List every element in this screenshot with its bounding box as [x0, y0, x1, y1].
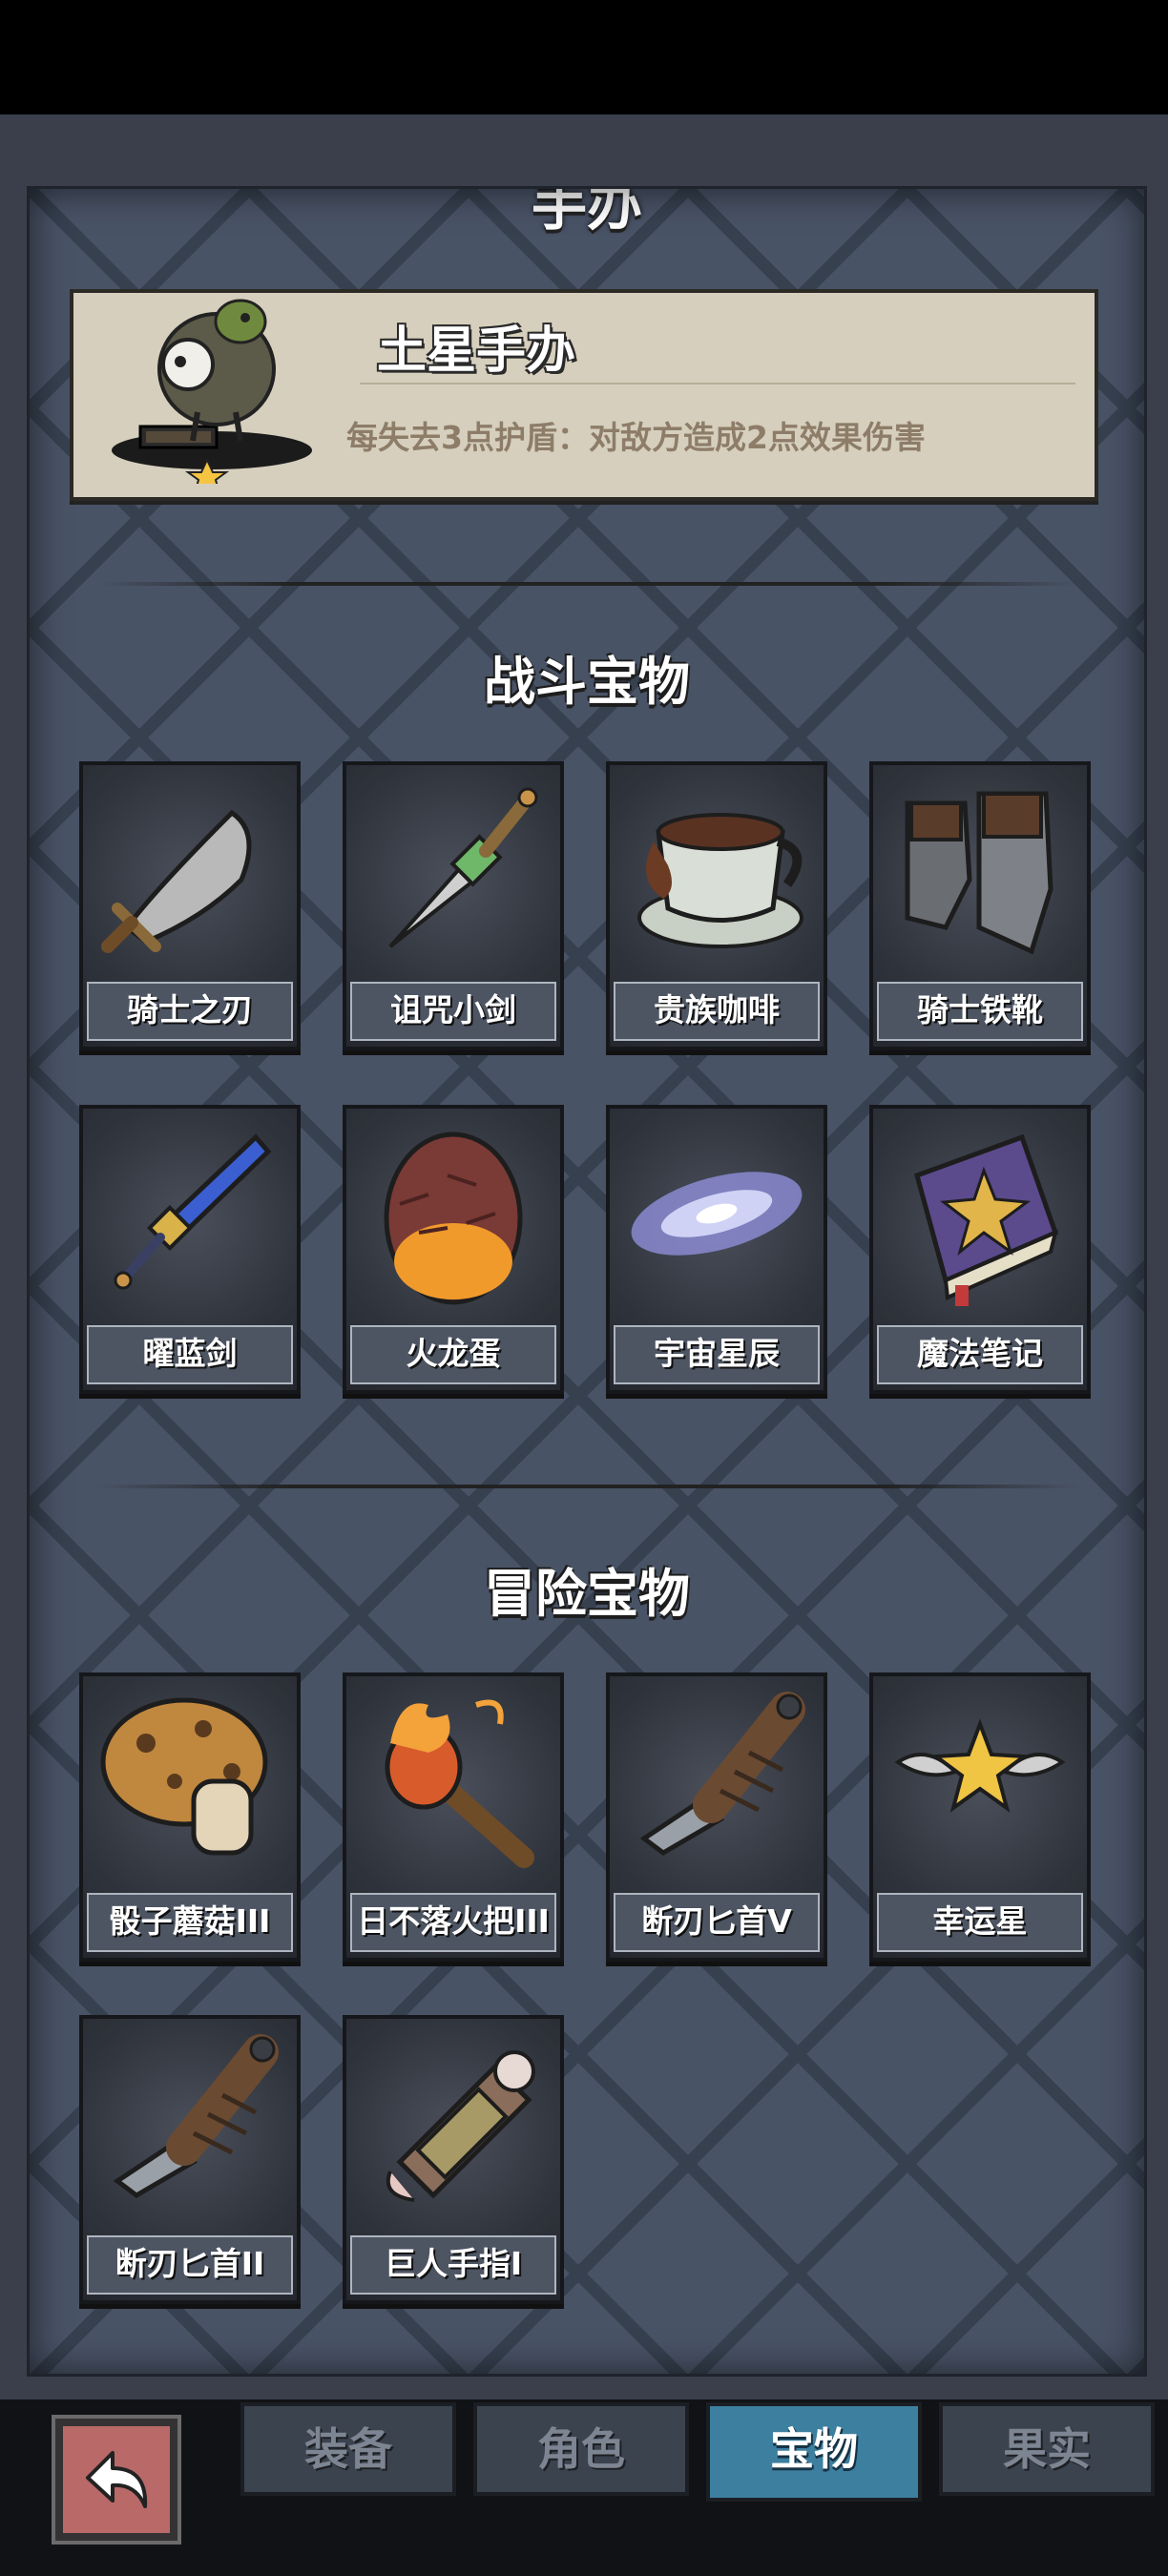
broken-dagger-icon	[639, 1692, 805, 1856]
figurine-name: 土星手办	[377, 322, 576, 380]
section-title-combat: 战斗宝物	[484, 652, 690, 712]
treasure-tile-dragon-egg[interactable]: 火龙蛋	[343, 1105, 564, 1394]
lucky-star-icon	[894, 1718, 1066, 1813]
treasure-label: 贵族咖啡	[614, 982, 820, 1041]
tab-fruit[interactable]: 果实	[939, 2402, 1155, 2496]
treasure-panel[interactable]: 手办 土星手办 每失去3点护盾：对敌方造成2点效果伤害 战斗宝物 骑士之刃 诅咒…	[27, 186, 1147, 2377]
treasure-tile-boots[interactable]: 骑士铁靴	[869, 761, 1091, 1050]
treasure-label: 骰子蘑菇III	[87, 1893, 293, 1952]
treasure-tile-torch[interactable]: 日不落火把III	[343, 1672, 564, 1962]
spellbook-icon	[913, 1133, 1059, 1306]
treasure-tile-broken-dagger-ii[interactable]: 断刃匕首II	[79, 2015, 301, 2304]
broken-dagger-icon	[113, 2034, 279, 2198]
divider	[96, 582, 1079, 586]
treasure-tile-giant-finger[interactable]: 巨人手指I	[343, 2015, 564, 2304]
treasure-label: 魔法笔记	[877, 1325, 1083, 1384]
treasure-tile-blue-sword[interactable]: 曜蓝剑	[79, 1105, 301, 1394]
back-arrow-icon	[86, 2451, 148, 2508]
divider	[96, 1485, 1079, 1488]
treasure-tile-dagger[interactable]: 诅咒小剑	[343, 761, 564, 1050]
section-title-figurine: 手办	[531, 186, 642, 238]
treasure-tile-mushroom[interactable]: 骰子蘑菇III	[79, 1672, 301, 1962]
treasure-tile-spellbook[interactable]: 魔法笔记	[869, 1105, 1091, 1394]
treasure-label: 火龙蛋	[350, 1325, 556, 1384]
treasure-tile-lucky-star[interactable]: 幸运星	[869, 1672, 1091, 1962]
treasure-label: 幸运星	[877, 1893, 1083, 1952]
tab-equipment[interactable]: 装备	[240, 2402, 456, 2496]
galaxy-icon	[631, 1172, 803, 1256]
status-bar	[0, 0, 1168, 114]
treasure-label: 骑士之刃	[87, 982, 293, 1041]
treasure-label: 巨人手指I	[350, 2235, 556, 2295]
blade-icon	[101, 809, 252, 953]
dagger-icon	[388, 787, 538, 948]
giant-finger-icon	[386, 2050, 535, 2202]
treasure-label: 断刃匕首II	[87, 2235, 293, 2295]
section-title-adventure: 冒险宝物	[484, 1564, 690, 1624]
mushroom-icon	[100, 1697, 268, 1856]
blue-sword-icon	[114, 1133, 272, 1290]
coffee-cup-icon	[637, 813, 803, 948]
tab-treasure[interactable]: 宝物	[706, 2402, 922, 2502]
torch-icon	[385, 1699, 534, 1868]
iron-boots-icon	[905, 791, 1053, 955]
card-divider	[360, 383, 1075, 384]
saturn-figurine-icon	[112, 299, 312, 484]
treasure-label: 宇宙星辰	[614, 1325, 820, 1384]
dragon-egg-icon	[384, 1132, 523, 1305]
tab-character[interactable]: 角色	[473, 2402, 689, 2496]
figurine-card[interactable]: 土星手办 每失去3点护盾：对敌方造成2点效果伤害	[70, 289, 1098, 501]
treasure-tile-blade[interactable]: 骑士之刃	[79, 761, 301, 1050]
treasure-label: 日不落火把III	[350, 1893, 556, 1952]
treasure-tile-coffee[interactable]: 贵族咖啡	[606, 761, 827, 1050]
treasure-label: 骑士铁靴	[877, 982, 1083, 1041]
treasure-tile-broken-dagger-v[interactable]: 断刃匕首V	[606, 1672, 827, 1962]
treasure-tile-galaxy[interactable]: 宇宙星辰	[606, 1105, 827, 1394]
treasure-label: 诅咒小剑	[350, 982, 556, 1041]
treasure-label: 曜蓝剑	[87, 1325, 293, 1384]
figurine-description: 每失去3点护盾：对敌方造成2点效果伤害	[346, 419, 926, 456]
treasure-label: 断刃匕首V	[614, 1893, 820, 1952]
back-button[interactable]	[55, 2419, 177, 2541]
